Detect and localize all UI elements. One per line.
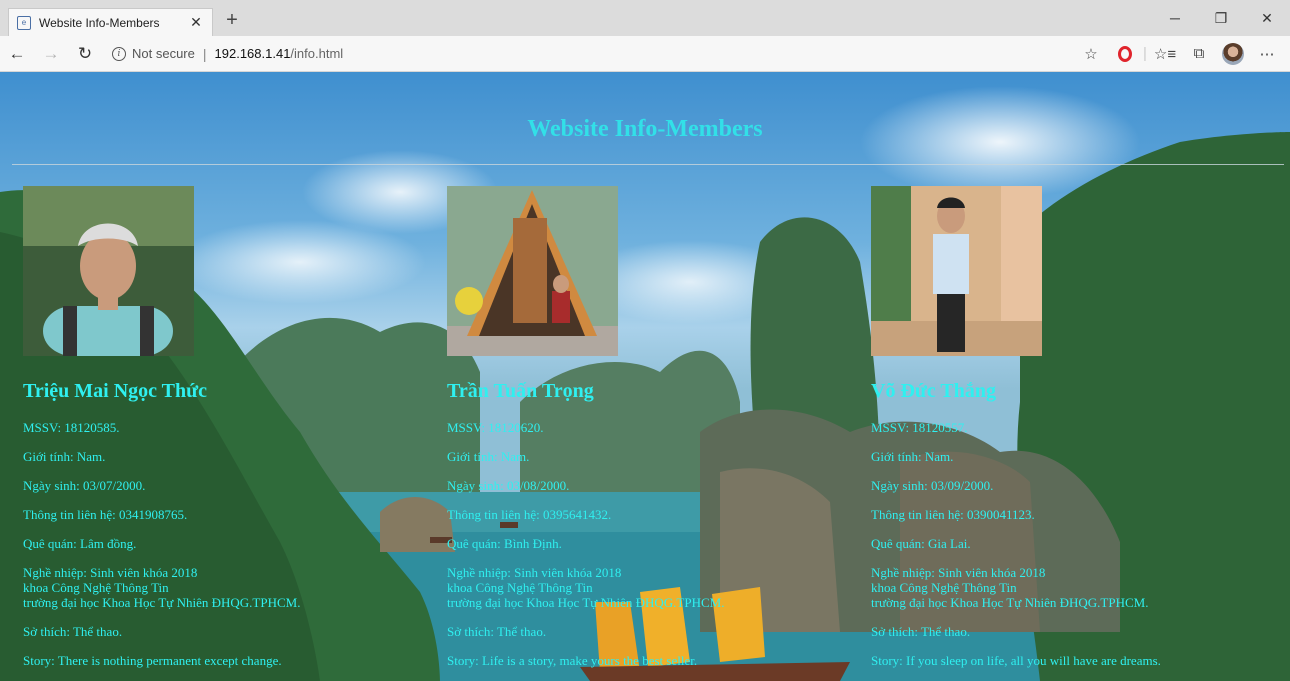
collections-icon[interactable]: ⧉ <box>1182 39 1216 69</box>
member-gender: Giới tính: Nam. <box>23 449 106 464</box>
member-job-line-1: Nghề nhiệp: Sinh viên khóa 2018 <box>447 565 622 580</box>
url-path: /info.html <box>290 46 344 61</box>
url-host: 192.168.1.41 <box>214 46 291 61</box>
window-controls: ─ ❐ ✕ <box>1152 0 1290 36</box>
member-job-line-2: khoa Công Nghệ Thông Tin <box>871 580 1017 595</box>
member-mssv: MSSV: 18120585. <box>23 420 120 435</box>
member-hometown: Quê quán: Gia Lai. <box>871 536 971 551</box>
forward-icon[interactable]: → <box>34 39 68 69</box>
security-status: Not secure <box>132 46 195 61</box>
member-story: Story: There is nothing permanent except… <box>23 653 282 668</box>
info-icon[interactable]: i <box>112 46 126 61</box>
close-window-icon[interactable]: ✕ <box>1244 0 1290 36</box>
member-mssv: MSSV: 18120620. <box>447 420 544 435</box>
new-tab-icon[interactable]: + <box>220 9 244 32</box>
tab-title: Website Info-Members <box>39 15 160 30</box>
member-contact: Thông tin liên hệ: 0341908765. <box>23 507 188 522</box>
member-gender: Giới tính: Nam. <box>871 449 954 464</box>
url-separator: | <box>202 45 207 62</box>
member-hometown: Quê quán: Bình Định. <box>447 536 562 551</box>
favorites-list-icon[interactable]: ☆≡ <box>1148 39 1182 69</box>
member-job-line-1: Nghề nhiệp: Sinh viên khóa 2018 <box>871 565 1046 580</box>
member-story: Story: If you sleep on life, all you wil… <box>871 653 1161 668</box>
star-icon[interactable]: ☆ <box>1074 39 1108 69</box>
member-hometown: Quê quán: Lâm đồng. <box>23 536 137 551</box>
member-card: Triệu Mai Ngọc Thức MSSV: 18120585. Giới… <box>23 186 423 668</box>
page-title: Website Info-Members <box>527 116 763 142</box>
member-job-line-2: khoa Công Nghệ Thông Tin <box>23 580 169 595</box>
tab-close-icon[interactable]: ✕ <box>188 14 204 31</box>
member-job-line-2: khoa Công Nghệ Thông Tin <box>447 580 593 595</box>
page-viewport: Website Info-Members Triệu Mai Ngọc Thức… <box>0 72 1290 681</box>
more-icon[interactable]: ⋯ <box>1250 39 1284 69</box>
page-content: Website Info-Members Triệu Mai Ngọc Thức… <box>0 72 1290 681</box>
member-contact: Thông tin liên hệ: 0390041123. <box>871 507 1035 522</box>
restore-icon[interactable]: ❐ <box>1198 0 1244 36</box>
member-contact: Thông tin liên hệ: 0395641432. <box>447 507 612 522</box>
member-name: Trần Tuấn Trọng <box>447 380 594 402</box>
member-job-line-3: trường đại học Khoa Học Tự Nhiên ĐHQG.TP… <box>447 595 725 610</box>
avatar-icon[interactable] <box>1216 39 1250 69</box>
member-name: Võ Đức Thắng <box>871 380 996 402</box>
member-job-line-3: trường đại học Khoa Học Tự Nhiên ĐHQG.TP… <box>871 595 1149 610</box>
member-mssv: MSSV: 18120557. <box>871 420 968 435</box>
minimize-icon[interactable]: ─ <box>1152 0 1198 36</box>
toolbar-right: ☆ | ☆≡ ⧉ ⋯ <box>1074 39 1284 69</box>
member-dob: Ngày sinh: 03/09/2000. <box>871 478 994 493</box>
member-hobby: Sở thích: Thể thao. <box>871 624 971 639</box>
member-dob: Ngày sinh: 03/07/2000. <box>23 478 146 493</box>
tab-strip: e Website Info-Members ✕ + ─ ❐ ✕ <box>0 0 1290 36</box>
member-photo <box>23 186 194 356</box>
member-gender: Giới tính: Nam. <box>447 449 530 464</box>
member-dob: Ngày sinh: 03/08/2000. <box>447 478 570 493</box>
browser-tab[interactable]: e Website Info-Members ✕ <box>8 8 213 36</box>
back-icon[interactable]: ← <box>0 39 34 69</box>
member-name: Triệu Mai Ngọc Thức <box>23 380 208 402</box>
page-favicon-icon: e <box>17 15 31 30</box>
member-photo <box>871 186 1042 356</box>
member-card: Võ Đức Thắng MSSV: 18120557. Giới tính: … <box>871 186 1271 668</box>
address-bar: ← → ↻ i Not secure | 192.168.1.41 /info.… <box>0 36 1290 72</box>
member-job-line-1: Nghề nhiệp: Sinh viên khóa 2018 <box>23 565 198 580</box>
member-card: Trần Tuấn Trọng MSSV: 18120620. Giới tín… <box>447 186 847 668</box>
member-photo <box>447 186 618 356</box>
url-input[interactable]: i Not secure | 192.168.1.41 /info.html <box>112 40 1074 68</box>
refresh-icon[interactable]: ↻ <box>68 39 102 69</box>
member-hobby: Sở thích: Thể thao. <box>23 624 123 639</box>
member-hobby: Sở thích: Thể thao. <box>447 624 547 639</box>
opera-icon[interactable] <box>1108 39 1142 69</box>
member-story: Story: Life is a story, make yours the b… <box>447 653 698 668</box>
header-divider <box>12 164 1284 165</box>
member-job-line-3: trường đại học Khoa Học Tự Nhiên ĐHQG.TP… <box>23 595 301 610</box>
